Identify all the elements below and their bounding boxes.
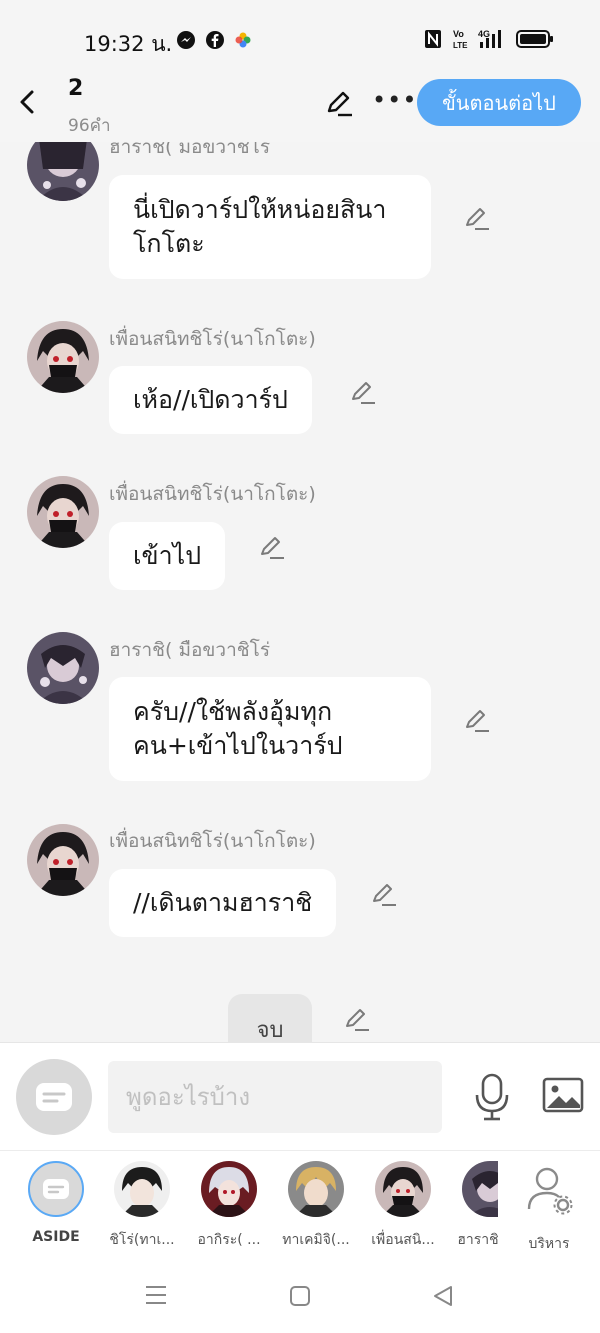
- character-aside[interactable]: ASIDE: [13, 1161, 99, 1245]
- next-step-button[interactable]: ขั้นตอนต่อไป: [417, 79, 581, 126]
- chapter-title: 2: [68, 76, 84, 101]
- sender-name: เพื่อนสนิทชิโร่(นาโกโตะ): [109, 830, 316, 852]
- chat-area: ฮาราชิ( มือขวาชิโร่ นี่เปิดวาร์ปให้หน่อย…: [0, 142, 600, 1042]
- word-count: 96คำ: [68, 116, 111, 136]
- sender-name: ฮาราชิ( มือขวาชิโร่: [109, 142, 271, 158]
- message-bubble[interactable]: ครับ//ใช้พลังอุ้มทุก คน+เข้าไปในวาร์ป: [109, 677, 431, 781]
- battery-icon: [516, 30, 553, 48]
- edit-message-icon[interactable]: [463, 706, 491, 734]
- character-avatar: [114, 1161, 170, 1217]
- facebook-icon: [206, 31, 224, 49]
- compose-bar: [0, 1042, 600, 1151]
- back-nav-icon[interactable]: [431, 1284, 455, 1308]
- more-options-icon[interactable]: •••: [372, 88, 417, 112]
- avatar-nakoto[interactable]: [27, 476, 99, 548]
- sender-name: ฮาราชิ( มือขวาชิโร่: [109, 639, 271, 661]
- sender-name: เพื่อนสนิทชิโร่(นาโกโตะ): [109, 483, 316, 505]
- edit-message-icon[interactable]: [343, 1005, 371, 1033]
- aside-bubble[interactable]: จบ: [228, 994, 312, 1042]
- message-bubble[interactable]: //เดินตามฮาราชิ: [109, 869, 337, 937]
- editor-header: 2 96คำ ••• ขั้นตอนต่อไป: [0, 70, 600, 142]
- character-avatar: [462, 1161, 498, 1217]
- edit-message-icon[interactable]: [349, 378, 377, 406]
- character-avatar: [375, 1161, 431, 1217]
- message-bubble[interactable]: เห้อ//เปิดวาร์ป: [109, 366, 312, 434]
- sender-name: เพื่อนสนิทชิโร่(นาโกโตะ): [109, 328, 316, 350]
- character-bar: ASIDE ชิโร่(ทาเ... อากิระ( ... ทาเคมิจิ(…: [0, 1150, 600, 1259]
- signal-icon: 4G: [478, 29, 501, 48]
- manage-user-icon: [527, 1167, 573, 1215]
- edit-message-icon[interactable]: [463, 204, 491, 232]
- menu-nav-icon[interactable]: [145, 1284, 167, 1306]
- messenger-icon: [177, 31, 195, 49]
- status-time: 19:32 น.: [84, 32, 173, 56]
- aside-chat-icon: [36, 1083, 72, 1111]
- edit-icon[interactable]: [324, 88, 354, 118]
- status-bar: 19:32 น. Vo LTE 4G: [0, 0, 600, 80]
- home-nav-icon[interactable]: [289, 1285, 311, 1307]
- avatar-harachi[interactable]: [27, 632, 99, 704]
- svg-text:4G: 4G: [478, 29, 490, 39]
- manage-characters-button[interactable]: บริหาร: [506, 1161, 592, 1255]
- character-akira[interactable]: อากิระ( ...: [186, 1161, 272, 1251]
- aside-toggle-button[interactable]: [16, 1059, 92, 1135]
- nfc-icon: [425, 30, 441, 48]
- character-avatar: [288, 1161, 344, 1217]
- svg-text:Vo: Vo: [453, 29, 464, 39]
- avatar-nakoto[interactable]: [27, 321, 99, 393]
- aside-chat-icon: [43, 1179, 69, 1199]
- back-arrow-icon[interactable]: [14, 87, 42, 117]
- photos-icon: [235, 32, 251, 48]
- character-takemichi[interactable]: ทาเคมิจิ(...: [273, 1161, 359, 1251]
- aside-avatar: [28, 1161, 84, 1217]
- edit-message-icon[interactable]: [370, 880, 398, 908]
- volte-icon: Vo LTE: [453, 29, 468, 50]
- system-nav-bar: [0, 1258, 600, 1333]
- image-icon[interactable]: [542, 1077, 584, 1113]
- svg-text:LTE: LTE: [453, 41, 468, 50]
- microphone-icon[interactable]: [474, 1073, 510, 1121]
- message-bubble[interactable]: นี่เปิดวาร์ปให้หน่อยสินา โกโตะ: [109, 175, 431, 279]
- message-bubble[interactable]: เข้าไป: [109, 522, 226, 590]
- avatar-harachi[interactable]: [27, 142, 99, 201]
- avatar-nakoto[interactable]: [27, 824, 99, 896]
- character-nakoto[interactable]: เพื่อนสนิ...: [360, 1161, 446, 1251]
- character-avatar: [201, 1161, 257, 1217]
- message-input[interactable]: [108, 1061, 442, 1133]
- edit-message-icon[interactable]: [258, 533, 286, 561]
- character-shiro[interactable]: ชิโร่(ทาเ...: [99, 1161, 185, 1251]
